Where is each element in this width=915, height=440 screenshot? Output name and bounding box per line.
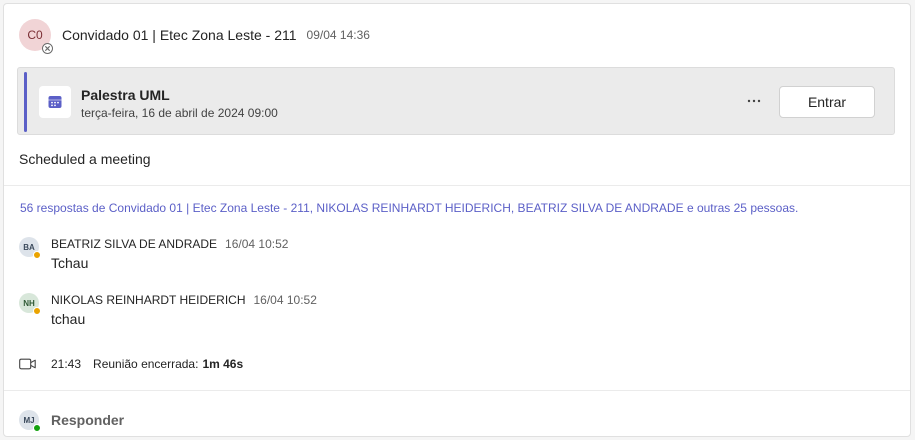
reply-header: BEATRIZ SILVA DE ANDRADE 16/04 10:52 bbox=[51, 237, 288, 251]
reply-message: tchau bbox=[51, 311, 86, 327]
meeting-ended-time: 21:43 bbox=[51, 357, 82, 371]
offline-status-icon bbox=[42, 43, 53, 54]
avatar-initials: NH bbox=[23, 298, 35, 308]
video-camera-icon bbox=[19, 358, 36, 370]
meeting-ended-notice: 21:43 Reunião encerrada: 1m 46s bbox=[19, 355, 243, 373]
reply-time: 16/04 10:52 bbox=[253, 293, 317, 307]
join-meeting-button[interactable]: Entrar bbox=[779, 86, 875, 118]
divider bbox=[4, 390, 910, 391]
conversation-card: C0 Convidado 01 | Etec Zona Leste - 211 … bbox=[3, 3, 911, 437]
calendar-icon bbox=[39, 86, 71, 118]
reply-author[interactable]: BEATRIZ SILVA DE ANDRADE bbox=[51, 237, 217, 251]
reply-button[interactable]: MJ Responder bbox=[19, 409, 125, 432]
meeting-title: Palestra UML bbox=[81, 87, 170, 103]
reply-header: NIKOLAS REINHARDT HEIDERICH 16/04 10:52 bbox=[51, 293, 317, 307]
post-header: C0 Convidado 01 | Etec Zona Leste - 211 … bbox=[19, 19, 370, 54]
reply-author[interactable]: NIKOLAS REINHARDT HEIDERICH bbox=[51, 293, 245, 307]
avatar[interactable]: C0 bbox=[19, 19, 53, 54]
avatar-initials: MJ bbox=[23, 415, 35, 425]
post-timestamp: 09/04 14:36 bbox=[306, 28, 370, 42]
meeting-ended-label: Reunião encerrada: bbox=[93, 357, 199, 371]
meeting-datetime: terça-feira, 16 de abril de 2024 09:00 bbox=[81, 106, 278, 120]
reply-message: Tchau bbox=[51, 255, 89, 271]
away-status-icon bbox=[33, 307, 41, 315]
avatar-initials: BA bbox=[23, 242, 35, 252]
post-body: Scheduled a meeting bbox=[19, 151, 151, 167]
avatar[interactable]: NH bbox=[19, 293, 41, 315]
more-icon bbox=[747, 99, 761, 103]
avatar: MJ bbox=[19, 410, 41, 432]
avatar[interactable]: BA bbox=[19, 237, 41, 259]
divider bbox=[4, 185, 910, 186]
meeting-duration: 1m 46s bbox=[202, 357, 244, 371]
meeting-accent-bar bbox=[24, 72, 27, 132]
reply-label: Responder bbox=[51, 412, 125, 428]
more-options-button[interactable] bbox=[744, 91, 764, 111]
avatar-initials: C0 bbox=[27, 28, 43, 42]
available-status-icon bbox=[33, 424, 41, 432]
reply-time: 16/04 10:52 bbox=[225, 237, 289, 251]
away-status-icon bbox=[33, 251, 41, 259]
replies-summary-link[interactable]: 56 respostas de Convidado 01 | Etec Zona… bbox=[20, 201, 798, 215]
meeting-card[interactable]: Palestra UML terça-feira, 16 de abril de… bbox=[17, 67, 895, 135]
post-author[interactable]: Convidado 01 | Etec Zona Leste - 211 bbox=[62, 27, 297, 43]
